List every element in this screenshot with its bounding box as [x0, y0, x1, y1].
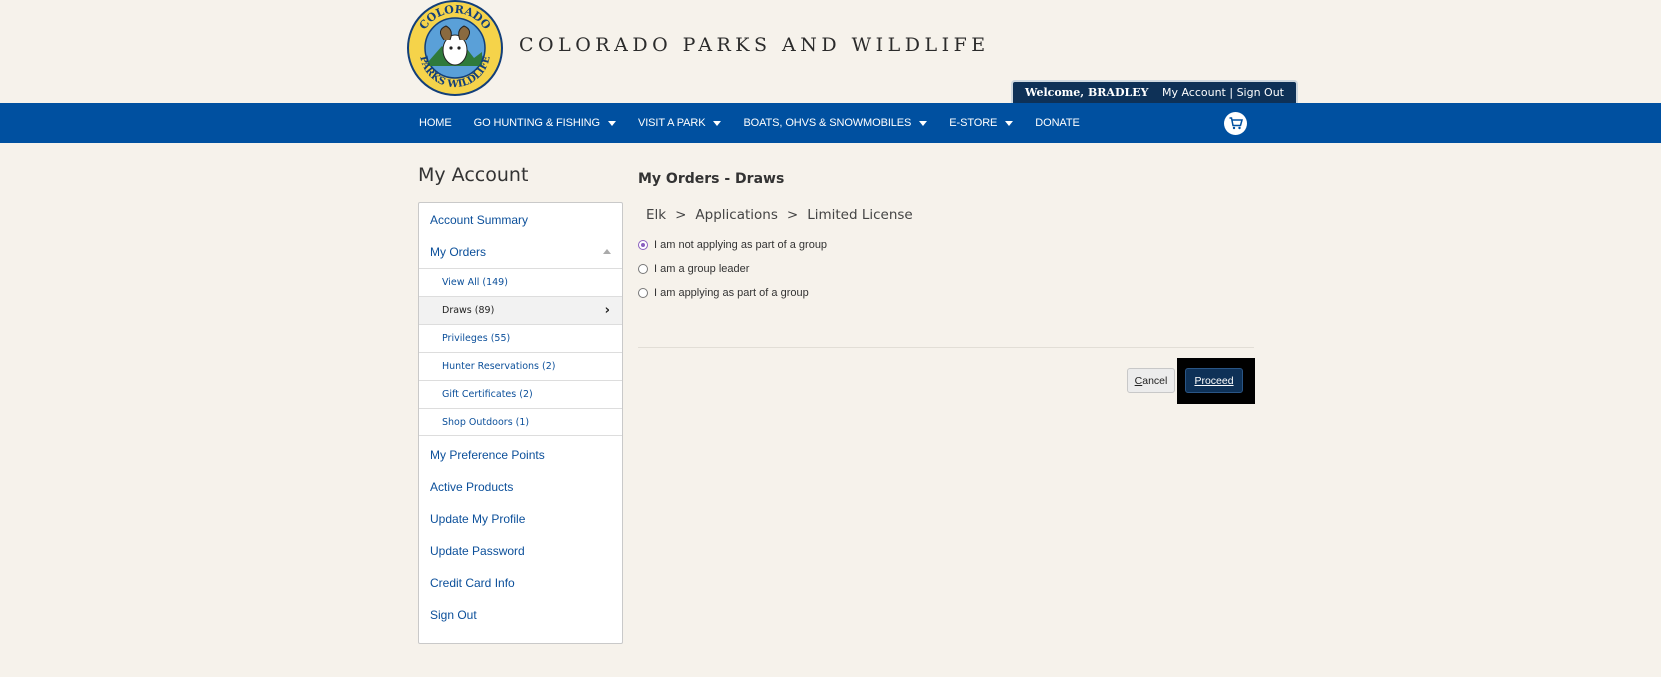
welcome-text: Welcome, BRADLEY [1025, 86, 1149, 99]
user-bar: Welcome, BRADLEY My Account | Sign Out [1011, 80, 1298, 103]
nav-item-label: VISIT A PARK [637, 117, 706, 129]
chevron-down-icon [607, 120, 616, 126]
cancel-label: ancel [1142, 374, 1168, 387]
radio-label[interactable]: I am a group leader [654, 263, 749, 275]
nav-item-donate[interactable]: DONATE [1035, 117, 1080, 129]
nav-item-visit-a-park[interactable]: VISIT A PARK [637, 117, 722, 129]
breadcrumb-item: Limited License [807, 207, 913, 223]
orders-sub-list: View All (149) Draws (89) › Privileges (55)… [419, 268, 622, 436]
group-option-row[interactable]: I am applying as part of a group [638, 287, 809, 299]
sidebar-sub-item-label: Draws (89) [442, 305, 495, 316]
nav-item-label: DONATE [1035, 117, 1080, 129]
breadcrumb: Elk > Applications > Limited License [646, 207, 913, 223]
sidebar-sub-item[interactable]: View All (149) [419, 268, 622, 296]
collapse-caret-icon[interactable] [603, 249, 611, 254]
nav-item-go-hunting-fishing[interactable]: GO HUNTING & FISHING [474, 117, 616, 129]
main-title: My Orders - Draws [638, 171, 785, 187]
sidebar-link-update-password[interactable]: Update Password [430, 544, 525, 558]
sidebar-sub-item[interactable]: Shop Outdoors (1) [419, 408, 622, 436]
radio-button[interactable] [638, 264, 648, 274]
nav-items: HOME GO HUNTING & FISHING VISIT A PARK BOAT… [419, 103, 1102, 143]
sidebar-link-update-my-profile[interactable]: Update My Profile [430, 512, 525, 526]
radio-button[interactable] [638, 288, 648, 298]
sidebar-sub-item-label: Gift Certificates (2) [442, 389, 533, 400]
sidebar-sub-item[interactable]: Privileges (55) [419, 324, 622, 352]
sidebar-sub-item-label: Shop Outdoors (1) [442, 417, 530, 428]
sidebar-account-summary[interactable]: Account Summary [430, 213, 528, 227]
nav-item-label: GO HUNTING & FISHING [473, 117, 600, 129]
page-heading: My Account [418, 164, 529, 186]
chevron-down-icon [713, 120, 722, 126]
cpw-ram-logo-icon[interactable]: COLORADO PARKS WILDLIFE [406, 0, 504, 96]
chevron-down-icon [919, 120, 928, 126]
sidebar-my-orders[interactable]: My Orders [430, 245, 486, 259]
group-option-row[interactable]: I am a group leader [638, 263, 749, 275]
nav-item-label: BOATS, OHVS & SNOWMOBILES [743, 117, 912, 129]
sidebar-link-my-preference-points[interactable]: My Preference Points [430, 448, 545, 462]
breadcrumb-separator: > [675, 207, 687, 223]
group-option-row[interactable]: I am not applying as part of a group [638, 239, 827, 251]
site-header: COLORADO PARKS WILDLIFE COLORADO PARKS A… [0, 0, 1661, 103]
nav-item-label: E-STORE [949, 117, 998, 129]
nav-item-boats-ohvs-snowmobiles[interactable]: BOATS, OHVS & SNOWMOBILES [743, 117, 928, 129]
sidebar-sub-item-label: Hunter Reservations (2) [442, 361, 556, 372]
sidebar-link-credit-card-info[interactable]: Credit Card Info [430, 576, 515, 590]
sidebar-sub-item[interactable]: Gift Certificates (2) [419, 380, 622, 408]
breadcrumb-item: Elk [646, 207, 667, 223]
cancel-accesskey: C [1134, 374, 1143, 387]
radio-label[interactable]: I am not applying as part of a group [654, 239, 827, 251]
sidebar-sub-item-label: View All (149) [442, 277, 508, 288]
chevron-down-icon [1005, 120, 1014, 126]
site-title: COLORADO PARKS AND WILDLIFE [519, 34, 990, 56]
divider [638, 347, 1254, 348]
sidebar-sub-item[interactable]: Draws (89) › [419, 296, 622, 324]
sidebar-link-active-products[interactable]: Active Products [430, 480, 513, 494]
nav-item-e-store[interactable]: E-STORE [949, 117, 1014, 129]
cancel-button[interactable]: Cancel [1127, 368, 1175, 393]
account-signout-links[interactable]: My Account | Sign Out [1162, 86, 1284, 99]
nav-item-home[interactable]: HOME [419, 117, 452, 129]
shopping-cart-icon[interactable] [1224, 112, 1247, 135]
proceed-button[interactable]: Proceed [1185, 368, 1243, 393]
breadcrumb-separator: > [786, 207, 799, 223]
chevron-right-icon: › [604, 303, 610, 318]
sidebar-sub-item-label: Privileges (55) [442, 333, 511, 344]
account-sidebar: Account Summary My Orders View All (149)… [418, 202, 623, 644]
sidebar-link-sign-out[interactable]: Sign Out [430, 608, 477, 622]
sidebar-sub-item[interactable]: Hunter Reservations (2) [419, 352, 622, 380]
radio-button[interactable] [638, 240, 648, 250]
nav-item-label: HOME [419, 117, 452, 129]
main-nav: HOME GO HUNTING & FISHING VISIT A PARK BOAT… [0, 103, 1661, 143]
radio-label[interactable]: I am applying as part of a group [654, 287, 809, 299]
breadcrumb-item: Applications [695, 207, 778, 223]
proceed-label: roceed [1201, 374, 1234, 387]
